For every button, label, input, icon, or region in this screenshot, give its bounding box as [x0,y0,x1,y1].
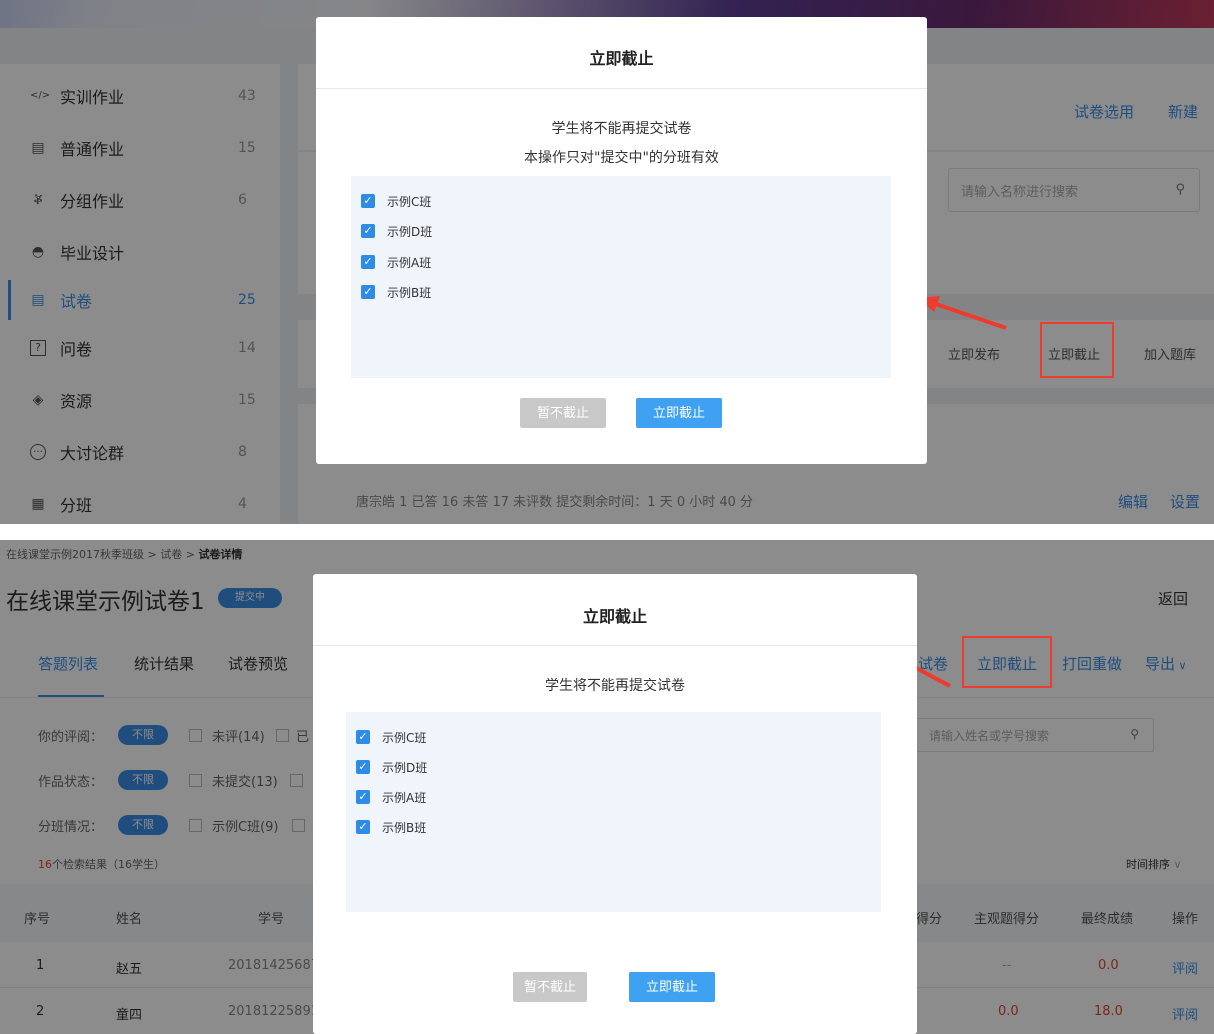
class-option[interactable]: ✓ 示例C班 [361,192,431,210]
class-checklist: ✓ 示例C班 ✓ 示例D班 ✓ 示例A班 ✓ 示例B班 [346,712,881,912]
confirm-close-button[interactable]: 立即截止 [629,972,715,1002]
class-label: 示例C班 [382,730,427,745]
checkbox-checked-icon[interactable]: ✓ [361,224,375,238]
class-checklist: ✓ 示例C班 ✓ 示例D班 ✓ 示例A班 ✓ 示例B班 [351,176,891,378]
class-label: 示例A班 [387,255,432,270]
checkbox-checked-icon[interactable]: ✓ [361,285,375,299]
cancel-button[interactable]: 暂不截止 [513,972,587,1002]
class-option[interactable]: ✓ 示例B班 [356,818,426,836]
checkbox-checked-icon[interactable]: ✓ [356,820,370,834]
dialog-message: 学生将不能再提交试卷 [551,121,692,137]
checkbox-checked-icon[interactable]: ✓ [361,255,375,269]
close-now-dialog: 立即截止 学生将不能再提交试卷 本操作只对"提交中"的分班有效 ✓ 示例C班 ✓… [316,17,927,464]
class-label: 示例B班 [382,820,427,835]
dialog-divider [313,645,917,646]
screenshot-exam-detail: 在线课堂示例2017秋季班级 > 试卷 > 试卷详情 在线课堂示例试卷1 提交中… [0,540,1214,1034]
dialog-title: 立即截止 [582,607,647,626]
class-label: 示例A班 [382,790,427,805]
highlight-box [962,636,1052,688]
class-option[interactable]: ✓ 示例B班 [361,283,431,301]
confirm-close-button[interactable]: 立即截止 [636,398,722,428]
checkbox-checked-icon[interactable]: ✓ [356,760,370,774]
class-option[interactable]: ✓ 示例A班 [356,788,426,806]
screenshot-exam-list: </> 实训作业 43 ▤ 普通作业 15 ቖ 分组作业 6 ◓ 毕业设计 ▤ … [0,0,1214,524]
cancel-button[interactable]: 暂不截止 [520,398,606,428]
checkbox-checked-icon[interactable]: ✓ [361,194,375,208]
class-label: 示例B班 [387,285,432,300]
class-label: 示例C班 [387,194,432,209]
class-option[interactable]: ✓ 示例A班 [361,253,431,271]
class-option[interactable]: ✓ 示例C班 [356,728,426,746]
checkbox-checked-icon[interactable]: ✓ [356,730,370,744]
checkbox-checked-icon[interactable]: ✓ [356,790,370,804]
class-option[interactable]: ✓ 示例D班 [361,222,432,240]
class-label: 示例D班 [382,760,428,775]
dialog-message: 学生将不能再提交试卷 [545,678,685,694]
dialog-note: 本操作只对"提交中"的分班有效 [524,150,719,166]
class-option[interactable]: ✓ 示例D班 [356,758,427,776]
annotation-arrow-icon [918,296,1007,330]
highlight-box [1040,322,1114,378]
class-label: 示例D班 [387,224,433,239]
close-now-dialog: 立即截止 学生将不能再提交试卷 ✓ 示例C班 ✓ 示例D班 ✓ 示例A班 ✓ 示… [313,574,917,1034]
dialog-title: 立即截止 [589,49,654,68]
dialog-divider [316,88,927,89]
